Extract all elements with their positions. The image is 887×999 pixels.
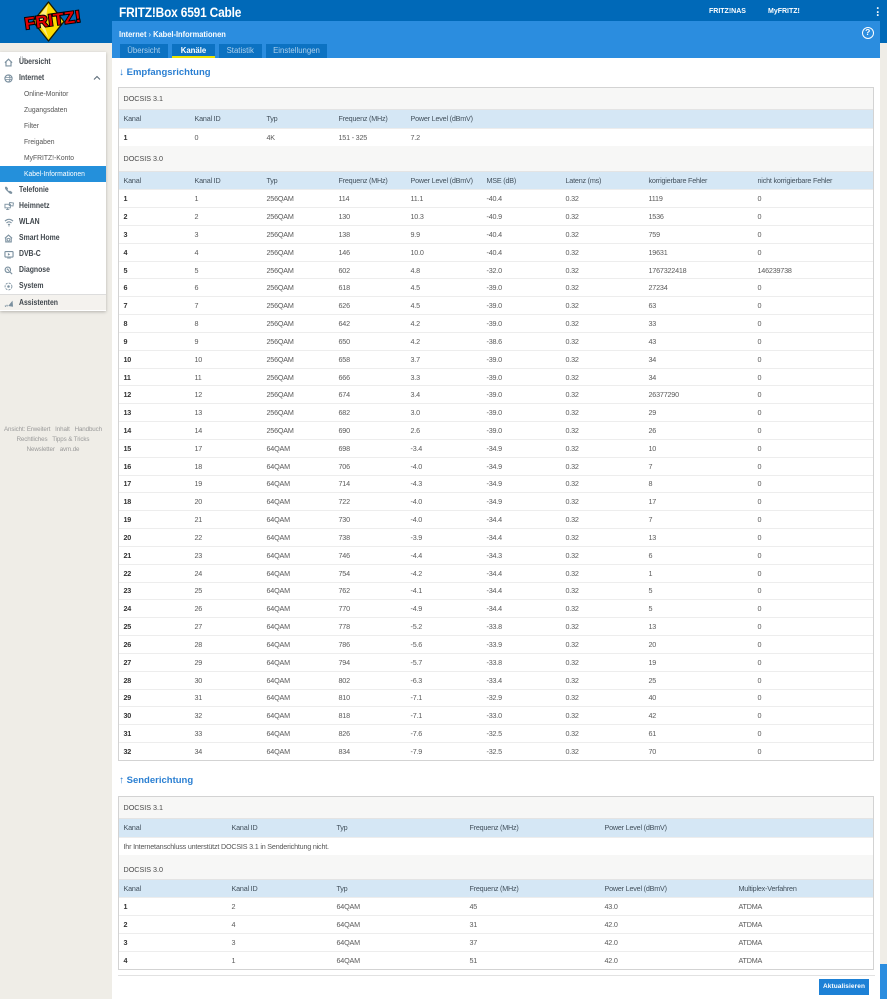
svg-text:FRITZ!: FRITZ! (24, 7, 83, 33)
